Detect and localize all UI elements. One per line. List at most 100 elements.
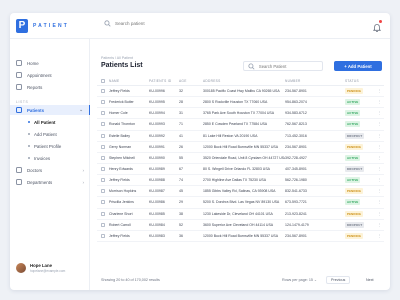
table-header: NAME PATIENTS ID AGE ADDRESS NUMBER STAT… xyxy=(97,77,384,86)
add-patient-button[interactable]: + Add Patient xyxy=(334,61,382,71)
bullet-icon xyxy=(28,145,30,147)
previous-button[interactable]: Previous xyxy=(326,276,351,284)
sidebar-item-reports[interactable]: Reports xyxy=(10,82,90,92)
cell-number: 234-567-8901 xyxy=(285,233,307,238)
more-icon[interactable]: ⋮ xyxy=(375,156,384,160)
cell-name: Jeffrey Fields xyxy=(109,178,130,183)
global-search-input[interactable] xyxy=(115,21,205,26)
calendar-icon xyxy=(16,72,22,78)
logo[interactable]: P PATIENT xyxy=(16,19,69,33)
app-window: P PATIENT Home Appointment Reports LISTS xyxy=(10,13,390,290)
cell-age: 36 xyxy=(179,233,183,238)
table-row[interactable]: Stephen Mitchell KU-00990 55 3520 Oriendale… xyxy=(97,153,384,164)
rows-per-page-select[interactable]: Rows per page: 15 ⌄ xyxy=(282,278,317,282)
more-icon[interactable]: ⋮ xyxy=(375,234,384,238)
table-row[interactable]: Ronald Thornton KU-00993 71 2850 E Cowden P… xyxy=(97,119,384,131)
column-header-status[interactable]: STATUS xyxy=(345,79,375,83)
more-icon[interactable]: ⋮ xyxy=(375,89,384,93)
cell-patient-id: KU-00988 xyxy=(149,178,165,183)
sidebar-item-doctors[interactable]: Doctors › xyxy=(10,165,90,175)
status-badge: ACTIVE xyxy=(345,121,361,128)
cell-number: 392-728-4927 xyxy=(285,155,307,160)
sidebar-subitem-invoices[interactable]: Invoices xyxy=(10,153,90,163)
row-checkbox[interactable] xyxy=(101,100,105,105)
row-checkbox[interactable] xyxy=(101,167,105,172)
row-checkbox[interactable] xyxy=(101,89,105,94)
table-row[interactable]: Charlene Short KU-00985 38 1230 Lakeside Dr… xyxy=(97,209,384,220)
column-header-patients-id[interactable]: PATIENTS ID xyxy=(149,79,179,83)
user-profile[interactable]: Hope Lane hopelane@example.com xyxy=(16,263,65,273)
column-header-address[interactable]: ADDRESS xyxy=(203,79,285,83)
more-icon[interactable]: ⋮ xyxy=(375,200,384,204)
sidebar-item-home[interactable]: Home xyxy=(10,58,90,68)
notification-button[interactable] xyxy=(372,20,382,33)
users-icon xyxy=(16,107,22,113)
cell-age: 52 xyxy=(179,222,183,227)
cell-number: 832-541-6733 xyxy=(285,189,307,194)
row-checkbox[interactable] xyxy=(101,122,105,127)
table-row[interactable]: Frederick Butler KU-00995 28 2800 S Rockvil… xyxy=(97,97,384,109)
sidebar-item-departments[interactable]: Departments › xyxy=(10,177,90,187)
sidebar-subitem-all-patient[interactable]: All Patient xyxy=(10,117,90,127)
cell-patient-id: KU-00987 xyxy=(149,189,165,194)
sidebar-item-label: All Patient xyxy=(34,119,56,125)
patient-search xyxy=(243,61,323,71)
next-button[interactable]: Next xyxy=(362,276,378,284)
row-checkbox[interactable] xyxy=(101,155,105,160)
more-icon[interactable]: ⋮ xyxy=(375,223,384,227)
table-row[interactable]: Homer Cole KU-00994 31 3765 Park Ave South … xyxy=(97,108,384,120)
status-badge: DROPOUT xyxy=(345,221,365,228)
cell-patient-id: KU-00996 xyxy=(149,89,165,94)
more-icon[interactable]: ⋮ xyxy=(375,134,384,138)
table-row[interactable]: Morrison Hopkins KU-00987 45 1855 Gibbs Val… xyxy=(97,186,384,198)
table-row[interactable]: Jeffrey Fields KU-00988 74 2700 Highline Av… xyxy=(97,175,384,187)
more-icon[interactable]: ⋮ xyxy=(375,189,384,193)
more-icon[interactable]: ⋮ xyxy=(375,212,384,216)
cell-name: Gerry Norman xyxy=(109,144,132,149)
sidebar-item-appointment[interactable]: Appointment xyxy=(10,70,90,80)
table-row[interactable]: Priscilla Jenkins KU-00986 29 5200 S. Dorch… xyxy=(97,197,384,209)
avatar xyxy=(16,263,26,273)
row-checkbox[interactable] xyxy=(101,211,105,216)
row-checkbox[interactable] xyxy=(101,178,105,183)
more-icon[interactable]: ⋮ xyxy=(375,178,384,182)
sidebar-item-label: Appointment xyxy=(27,72,52,78)
row-checkbox[interactable] xyxy=(101,133,105,138)
more-icon[interactable]: ⋮ xyxy=(375,145,384,149)
patient-search-input[interactable] xyxy=(258,63,322,69)
table-row[interactable]: Estelle Bailey KU-00992 41 81 Lake Hill Res… xyxy=(97,131,384,142)
home-icon xyxy=(16,60,22,66)
table-row[interactable]: Jeffrey Fields KU-00996 32 300185 Pacific C… xyxy=(97,86,384,98)
table-row[interactable]: Jeffrey Fields KU-00983 36 12000 Buck Hill … xyxy=(97,231,384,242)
chevron-right-icon: › xyxy=(82,167,85,173)
column-header-age[interactable]: AGE xyxy=(179,79,203,83)
more-icon[interactable]: ⋮ xyxy=(375,100,384,104)
status-badge: PENDING xyxy=(345,143,364,150)
table-row[interactable]: Gerry Norman KU-00991 26 12000 Buck Hill Ro… xyxy=(97,142,384,153)
sidebar-subitem-patient-profile[interactable]: Patient Profile xyxy=(10,141,90,151)
row-checkbox[interactable] xyxy=(101,222,105,227)
column-header-name[interactable]: NAME xyxy=(109,79,149,83)
more-icon[interactable]: ⋮ xyxy=(375,122,384,126)
cell-name: Ronald Thornton xyxy=(109,122,136,127)
select-all-checkbox[interactable] xyxy=(101,79,105,83)
row-checkbox[interactable] xyxy=(101,233,105,238)
more-icon[interactable]: ⋮ xyxy=(375,167,384,171)
row-checkbox[interactable] xyxy=(101,189,105,194)
cell-patient-id: KU-00984 xyxy=(149,222,165,227)
column-header-number[interactable]: NUMBER xyxy=(285,79,345,83)
cell-age: 29 xyxy=(179,200,183,205)
chevron-down-icon: ⌄ xyxy=(79,107,83,112)
cell-age: 28 xyxy=(179,100,183,105)
more-icon[interactable]: ⋮ xyxy=(375,111,384,115)
table-row[interactable]: Robert Carroll KU-00984 52 3600 Superior Av… xyxy=(97,220,384,231)
cell-age: 26 xyxy=(179,144,183,149)
row-checkbox[interactable] xyxy=(101,144,105,149)
cell-address: 81 Lake Hill Reston VA 20190 USA xyxy=(203,133,258,138)
sidebar-item-patients[interactable]: Patients ⌄ xyxy=(10,105,90,115)
table-row[interactable]: Henry Edwards KU-00989 67 80 S. Wingell Dri… xyxy=(97,164,384,176)
sidebar-subitem-add-patient[interactable]: Add Patient xyxy=(10,129,90,139)
cell-age: 38 xyxy=(179,211,183,216)
row-checkbox[interactable] xyxy=(101,111,105,116)
row-checkbox[interactable] xyxy=(101,200,105,205)
